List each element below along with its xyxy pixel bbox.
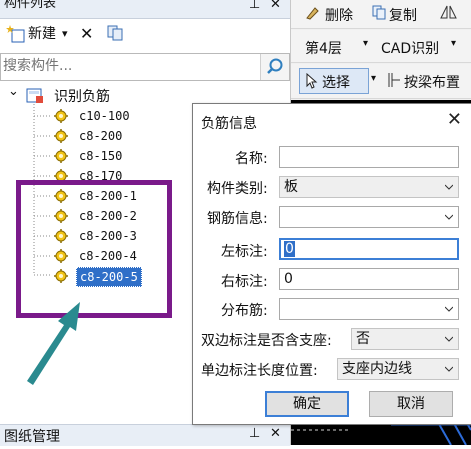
type-select[interactable]: 板	[279, 176, 459, 198]
right-annot-field[interactable]: 0	[279, 268, 459, 290]
single-side-select[interactable]: 支座内边线	[337, 358, 459, 380]
chevron-down-icon	[445, 306, 453, 312]
cad-recognize-button[interactable]: CAD识别	[381, 38, 439, 58]
name-label: 名称:	[235, 151, 268, 167]
cancel-button[interactable]: 取消	[369, 391, 453, 417]
chevron-down-icon	[445, 214, 453, 220]
chevron-down-icon	[445, 366, 453, 372]
select-dropdown-icon[interactable]: ▾	[371, 73, 376, 84]
toolbar-row-3: 选择 ▾ 按梁布置	[291, 64, 471, 99]
double-side-label: 双边标注是否含支座:	[201, 333, 332, 349]
delete-tool-label[interactable]: 删除	[325, 5, 353, 25]
chevron-down-icon	[445, 184, 453, 190]
drawing-close-button[interactable]: ✕	[270, 426, 281, 441]
drawing-manager-bar: 图纸管理 ⊥ ✕	[0, 424, 290, 446]
left-annot-label: 左标注:	[221, 244, 268, 260]
single-side-label: 单边标注长度位置:	[201, 363, 318, 379]
floor-selector[interactable]: 第4层	[305, 38, 342, 58]
dialog-close-button[interactable]: ✕	[447, 109, 462, 130]
copy-tool-label[interactable]: 复制	[389, 5, 417, 25]
drawing-pin-button[interactable]: ⊥	[249, 426, 260, 441]
right-annot-label: 右标注:	[221, 274, 268, 290]
cursor-icon	[306, 72, 318, 93]
rebar-combo[interactable]	[279, 206, 459, 228]
cad-dropdown-icon[interactable]: ▾	[451, 38, 456, 49]
double-side-select[interactable]: 否	[351, 328, 459, 350]
rebar-label: 钢筋信息:	[207, 211, 268, 227]
single-side-value: 支座内边线	[342, 361, 412, 377]
mirror-tool-icon[interactable]	[439, 4, 463, 24]
double-side-value: 否	[356, 331, 370, 347]
left-annot-field[interactable]: 0	[279, 238, 459, 260]
beam-layout-label[interactable]: 按梁布置	[404, 72, 460, 92]
name-field[interactable]	[279, 146, 459, 168]
rebar-info-dialog: 负筋信息 ✕ 名称: 构件类别: 板 钢筋信息: 左标注: 0 右标注: 0 分…	[192, 103, 471, 425]
delete-tool-icon[interactable]	[305, 4, 321, 24]
dialog-title: 负筋信息	[201, 116, 257, 132]
floor-dropdown-icon[interactable]: ▾	[363, 38, 368, 49]
left-annot-value: 0	[284, 241, 295, 257]
toolbar-row-2: 第4层 ▾ CAD识别 ▾	[291, 30, 471, 63]
toolbar-row-1: 删除 复制	[291, 0, 471, 29]
type-label: 构件类别:	[207, 181, 268, 197]
type-value: 板	[284, 179, 298, 195]
select-tool-label: 选择	[322, 75, 350, 91]
chevron-down-icon	[445, 336, 453, 342]
dist-combo[interactable]	[279, 298, 459, 320]
ok-button[interactable]: 确定	[265, 391, 349, 417]
copy-tool-icon[interactable]	[371, 4, 387, 24]
drawing-manager-title: 图纸管理	[4, 429, 60, 445]
beam-layout-icon[interactable]	[387, 72, 401, 92]
dist-label: 分布筋:	[221, 303, 268, 319]
select-tool-button[interactable]: 选择	[299, 68, 369, 94]
